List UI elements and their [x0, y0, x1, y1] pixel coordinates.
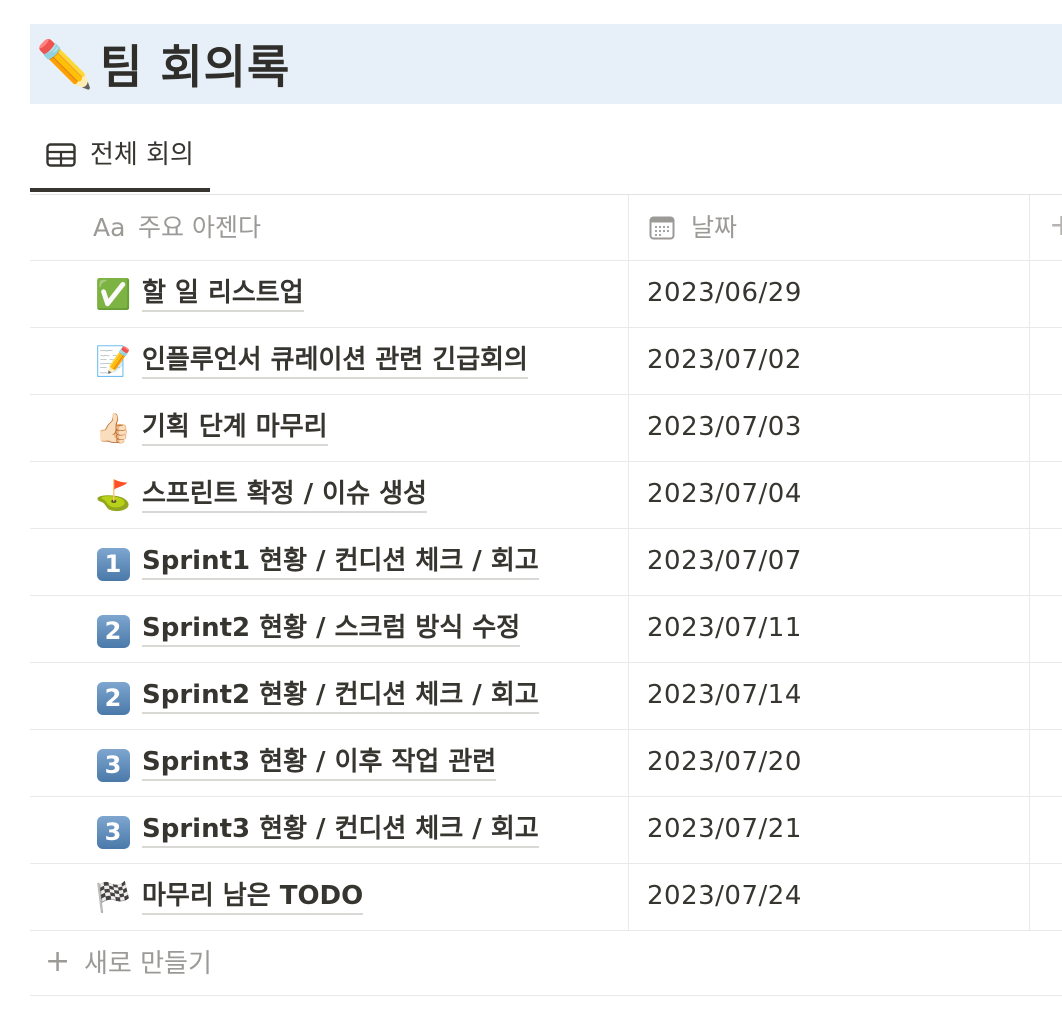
empty-cell	[1030, 864, 1062, 930]
plus-icon: +	[45, 944, 71, 979]
keycap-2-icon: 2	[93, 611, 133, 648]
row-title-link[interactable]: 인플루언서 큐레이션 관련 긴급회의	[142, 343, 528, 379]
row-title-link[interactable]: 할 일 리스트업	[142, 276, 304, 312]
empty-cell	[1030, 730, 1062, 796]
empty-cell	[1030, 797, 1062, 863]
column-header-label: 날짜	[691, 213, 738, 242]
empty-cell	[1030, 395, 1062, 461]
title-cell[interactable]: 3 Sprint3 현황 / 이후 작업 관련	[30, 730, 629, 796]
table-icon	[46, 143, 76, 167]
tab-all-meetings[interactable]: 전체 회의	[30, 120, 210, 192]
add-property-button[interactable]: +	[1030, 195, 1062, 260]
thumbs-up-icon: 👍🏻	[94, 411, 132, 445]
empty-cell	[1030, 529, 1062, 595]
keycap-2-icon: 2	[93, 678, 133, 715]
row-date: 2023/07/04	[647, 479, 802, 509]
calendar-icon	[649, 216, 675, 240]
keycap-number: 2	[96, 615, 130, 648]
page-title[interactable]: 팀 회의록	[100, 31, 290, 97]
row-date: 2023/07/20	[647, 747, 802, 777]
keycap-1-icon: 1	[93, 544, 133, 581]
date-cell[interactable]: 2023/07/14	[629, 663, 1030, 729]
golf-flag-icon: ⛳	[94, 478, 132, 512]
row-title-link[interactable]: Sprint3 현황 / 이후 작업 관련	[142, 745, 497, 781]
date-cell[interactable]: 2023/07/04	[629, 462, 1030, 528]
table-header: Aa 주요 아젠다 날짜 +	[30, 195, 1062, 261]
row-date: 2023/06/29	[647, 278, 802, 308]
row-date: 2023/07/02	[647, 345, 802, 375]
column-header-agenda[interactable]: Aa 주요 아젠다	[30, 195, 629, 260]
title-cell[interactable]: 2 Sprint2 현황 / 컨디션 체크 / 회고	[30, 663, 629, 729]
new-row-label: 새로 만들기	[84, 949, 212, 979]
row-title-link[interactable]: 기획 단계 마무리	[142, 410, 328, 446]
date-cell[interactable]: 2023/06/29	[629, 261, 1030, 327]
row-title-link[interactable]: Sprint2 현황 / 컨디션 체크 / 회고	[142, 678, 539, 714]
empty-cell	[1030, 328, 1062, 394]
date-cell[interactable]: 2023/07/21	[629, 797, 1030, 863]
keycap-number: 1	[96, 548, 130, 581]
check-mark-icon: ✅	[94, 277, 132, 311]
new-row-button[interactable]: + 새로 만들기	[30, 931, 1062, 996]
column-header-date[interactable]: 날짜	[629, 195, 1030, 260]
title-cell[interactable]: 📝 인플루언서 큐레이션 관련 긴급회의	[30, 328, 629, 394]
row-date: 2023/07/14	[647, 680, 802, 710]
table-row[interactable]: 2 Sprint2 현황 / 컨디션 체크 / 회고 2023/07/14	[30, 663, 1062, 730]
row-date: 2023/07/07	[647, 546, 802, 576]
column-header-label: 주요 아젠다	[138, 213, 261, 242]
table-row[interactable]: ⛳ 스프린트 확정 / 이슈 생성 2023/07/04	[30, 462, 1062, 529]
row-title-link[interactable]: 스프린트 확정 / 이슈 생성	[142, 477, 427, 513]
table-row[interactable]: 2 Sprint2 현황 / 스크럼 방식 수정 2023/07/11	[30, 596, 1062, 663]
view-tabs: 전체 회의	[30, 120, 1062, 195]
keycap-number: 3	[96, 816, 130, 849]
date-cell[interactable]: 2023/07/03	[629, 395, 1030, 461]
active-tab-indicator	[30, 188, 210, 192]
table-row[interactable]: ✅ 할 일 리스트업 2023/06/29	[30, 261, 1062, 328]
table-row[interactable]: 3 Sprint3 현황 / 이후 작업 관련 2023/07/20	[30, 730, 1062, 797]
row-title-link[interactable]: Sprint3 현황 / 컨디션 체크 / 회고	[142, 812, 539, 848]
empty-cell	[1030, 596, 1062, 662]
table-row[interactable]: 👍🏻 기획 단계 마무리 2023/07/03	[30, 395, 1062, 462]
row-title-link[interactable]: Sprint1 현황 / 컨디션 체크 / 회고	[142, 544, 539, 580]
empty-cell	[1030, 663, 1062, 729]
row-date: 2023/07/03	[647, 412, 802, 442]
text-property-icon: Aa	[93, 213, 126, 242]
row-title-link[interactable]: 마무리 남은 TODO	[142, 879, 364, 915]
title-cell[interactable]: 3 Sprint3 현황 / 컨디션 체크 / 회고	[30, 797, 629, 863]
row-date: 2023/07/21	[647, 814, 802, 844]
title-cell[interactable]: 2 Sprint2 현황 / 스크럼 방식 수정	[30, 596, 629, 662]
title-cell[interactable]: ✅ 할 일 리스트업	[30, 261, 629, 327]
checkered-flag-icon: 🏁	[94, 880, 132, 914]
date-cell[interactable]: 2023/07/11	[629, 596, 1030, 662]
row-title-link[interactable]: Sprint2 현황 / 스크럼 방식 수정	[142, 611, 521, 647]
date-cell[interactable]: 2023/07/20	[629, 730, 1030, 796]
pencil-icon[interactable]: ✏️	[36, 41, 93, 87]
keycap-number: 2	[96, 682, 130, 715]
title-cell[interactable]: ⛳ 스프린트 확정 / 이슈 생성	[30, 462, 629, 528]
meeting-table: Aa 주요 아젠다 날짜 + ✅ 할 일 리스트업 2023/06/29 📝 인…	[30, 195, 1062, 996]
keycap-3-icon: 3	[93, 745, 133, 782]
date-cell[interactable]: 2023/07/07	[629, 529, 1030, 595]
memo-icon: 📝	[94, 344, 132, 378]
row-date: 2023/07/11	[647, 613, 802, 643]
table-row[interactable]: 3 Sprint3 현황 / 컨디션 체크 / 회고 2023/07/21	[30, 797, 1062, 864]
empty-cell	[1030, 261, 1062, 327]
notion-page: ✏️ 팀 회의록 전체 회의 Aa 주요 아젠다 날짜 + ✅ 할 일 리스트업…	[0, 0, 1062, 1012]
title-cell[interactable]: 👍🏻 기획 단계 마무리	[30, 395, 629, 461]
title-cell[interactable]: 1 Sprint1 현황 / 컨디션 체크 / 회고	[30, 529, 629, 595]
keycap-3-icon: 3	[93, 812, 133, 849]
tab-label: 전체 회의	[90, 140, 194, 170]
plus-icon: +	[1049, 208, 1062, 243]
date-cell[interactable]: 2023/07/24	[629, 864, 1030, 930]
title-cell[interactable]: 🏁 마무리 남은 TODO	[30, 864, 629, 930]
empty-cell	[1030, 462, 1062, 528]
table-row[interactable]: 1 Sprint1 현황 / 컨디션 체크 / 회고 2023/07/07	[30, 529, 1062, 596]
date-cell[interactable]: 2023/07/02	[629, 328, 1030, 394]
keycap-number: 3	[96, 749, 130, 782]
row-date: 2023/07/24	[647, 881, 802, 911]
table-row[interactable]: 📝 인플루언서 큐레이션 관련 긴급회의 2023/07/02	[30, 328, 1062, 395]
table-row[interactable]: 🏁 마무리 남은 TODO 2023/07/24	[30, 864, 1062, 931]
page-title-bar: ✏️ 팀 회의록	[30, 24, 1062, 104]
